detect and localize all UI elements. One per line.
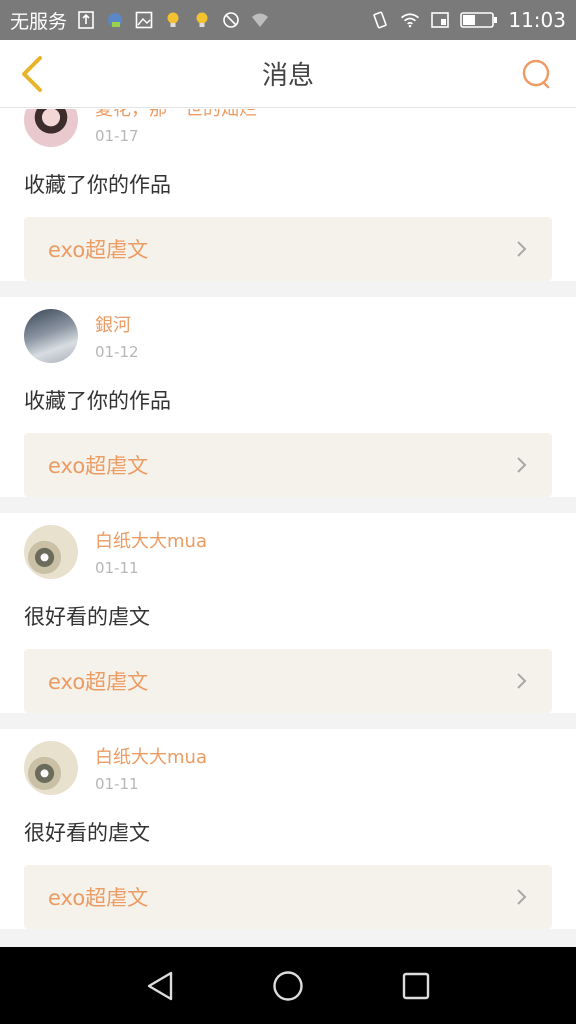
message-text: 很好看的虐文 (24, 605, 150, 629)
message-date: 01-17 (95, 127, 139, 145)
status-time: 11:03 (508, 8, 566, 32)
triangle-back-icon (147, 971, 173, 1000)
message-meta: 夏花，那一世的灿烂 01-17 (95, 109, 257, 145)
message-meta: 白纸大大mua 01-11 (95, 743, 207, 793)
upload-icon (76, 10, 96, 30)
search-icon (522, 59, 550, 89)
message-header: 白纸大大mua 01-11 (24, 513, 552, 591)
square-recents-icon (402, 972, 430, 999)
work-link[interactable]: exo超虐文 (24, 217, 552, 281)
search-button[interactable] (520, 57, 554, 91)
vibrate-icon (370, 10, 390, 30)
user-name[interactable]: 白纸大大mua (95, 527, 207, 553)
message-date: 01-11 (95, 559, 139, 577)
app-notification-icon (105, 10, 125, 30)
user-name[interactable]: 夏花，那一世的灿烂 (95, 109, 257, 121)
page-title: 消息 (261, 61, 314, 91)
work-link[interactable]: exo超虐文 (24, 433, 552, 497)
work-title: exo超虐文 (48, 670, 149, 694)
message-meta: 白纸大大mua 01-11 (95, 527, 207, 577)
message-card: 白纸大大mua 01-11 很好看的虐文 exo超虐文 (0, 513, 576, 713)
sim-icon (430, 10, 450, 30)
message-date: 01-12 (95, 343, 139, 361)
avatar[interactable] (24, 525, 78, 579)
message-meta: 銀河 01-12 (95, 311, 139, 361)
carrier-text: 无服务 (10, 10, 68, 33)
circle-home-icon (273, 970, 303, 1001)
avatar[interactable] (24, 109, 78, 147)
blocked-icon (221, 10, 241, 30)
chevron-right-icon (516, 455, 528, 475)
wifi-question-icon (250, 10, 270, 30)
work-link[interactable]: exo超虐文 (24, 865, 552, 929)
message-header: 銀河 01-12 (24, 297, 552, 375)
system-nav-bar (0, 947, 576, 1024)
back-button[interactable] (14, 52, 50, 96)
chevron-right-icon (516, 671, 528, 691)
message-card: 白纸大大mua 01-11 很好看的虐文 exo超虐文 (0, 729, 576, 929)
message-header: 白纸大大mua 01-11 (24, 729, 552, 807)
work-title: exo超虐文 (48, 238, 149, 262)
bulb-icon-2 (192, 10, 212, 30)
feed: 夏花，那一世的灿烂 01-17 收藏了你的作品 exo超虐文 銀河 01-12 (0, 109, 576, 929)
nav-home-button[interactable] (269, 967, 307, 1005)
image-icon (134, 10, 154, 30)
chevron-right-icon (516, 887, 528, 907)
avatar[interactable] (24, 741, 78, 795)
chevron-right-icon (516, 239, 528, 259)
user-name[interactable]: 銀河 (95, 311, 139, 337)
work-title: exo超虐文 (48, 886, 149, 910)
message-card: 夏花，那一世的灿烂 01-17 收藏了你的作品 exo超虐文 (0, 109, 576, 281)
work-link[interactable]: exo超虐文 (24, 649, 552, 713)
message-text: 收藏了你的作品 (24, 173, 171, 197)
back-arrow-icon (22, 56, 42, 92)
avatar[interactable] (24, 309, 78, 363)
status-right: 11:03 (370, 8, 566, 32)
nav-recents-button[interactable] (397, 967, 435, 1005)
status-left: 无服务 (10, 7, 270, 34)
work-title: exo超虐文 (48, 454, 149, 478)
battery-icon (460, 10, 498, 30)
user-name[interactable]: 白纸大大mua (95, 743, 207, 769)
message-header: 夏花，那一世的灿烂 01-17 (24, 109, 552, 159)
app-header: 消息 (0, 40, 576, 108)
status-bar: 无服务 11:03 (0, 0, 576, 40)
message-date: 01-11 (95, 775, 139, 793)
message-card: 銀河 01-12 收藏了你的作品 exo超虐文 (0, 297, 576, 497)
bulb-icon (163, 10, 183, 30)
nav-back-button[interactable] (141, 967, 179, 1005)
message-list[interactable]: 夏花，那一世的灿烂 01-17 收藏了你的作品 exo超虐文 銀河 01-12 (0, 109, 576, 947)
wifi-icon (400, 10, 420, 30)
message-text: 很好看的虐文 (24, 821, 150, 845)
message-text: 收藏了你的作品 (24, 389, 171, 413)
